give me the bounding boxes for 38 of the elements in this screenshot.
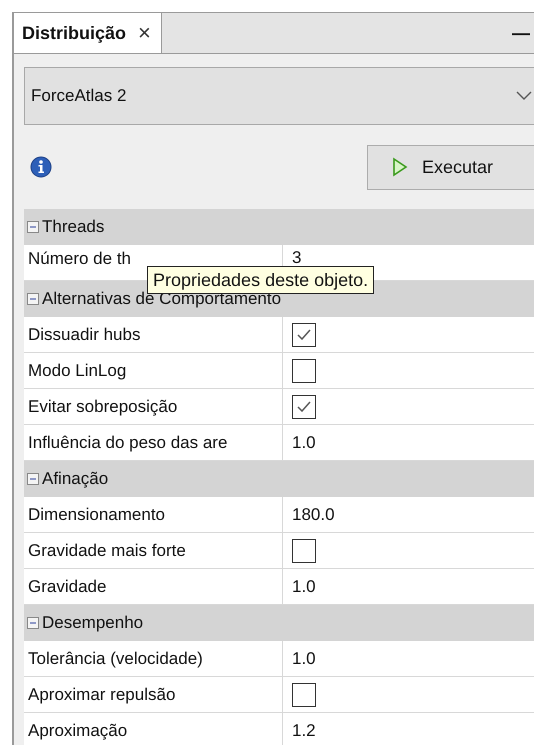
property-value[interactable]: 1.0	[292, 648, 316, 668]
property-value[interactable]: 3	[292, 249, 302, 267]
play-icon	[392, 157, 408, 177]
checkbox[interactable]	[292, 538, 316, 562]
collapse-icon[interactable]	[27, 473, 39, 485]
run-button[interactable]: Executar	[367, 144, 534, 190]
property-value[interactable]: 1.0	[292, 576, 316, 596]
section-header[interactable]: Afinação	[24, 461, 534, 497]
minimize-button[interactable]: —	[512, 22, 530, 44]
property-name: Tolerância (velocidade)	[24, 641, 283, 676]
property-name: Influência do peso das are	[24, 425, 283, 460]
checkbox[interactable]	[292, 394, 316, 418]
tooltip: Propriedades deste objeto.	[147, 266, 374, 294]
panel-tab[interactable]: Distribuição ×	[14, 13, 162, 53]
property-name: Gravidade mais forte	[24, 533, 283, 568]
property-name: Aproximar repulsão	[24, 677, 283, 712]
property-name: Modo LinLog	[24, 353, 283, 388]
property-name: Dimensionamento	[24, 497, 283, 532]
checkbox[interactable]	[292, 358, 316, 382]
checkbox[interactable]	[292, 682, 316, 706]
close-icon[interactable]: ×	[138, 20, 151, 46]
section-header[interactable]: Desempenho	[24, 605, 534, 641]
checkbox[interactable]	[292, 322, 316, 346]
property-value[interactable]: 180.0	[292, 504, 335, 524]
property-value[interactable]: 1.0	[292, 432, 316, 452]
info-icon[interactable]	[30, 156, 52, 178]
property-value[interactable]: 1.2	[292, 720, 316, 740]
property-name: Dissuadir hubs	[24, 317, 283, 352]
collapse-icon[interactable]	[27, 293, 39, 305]
tab-label: Distribuição	[22, 22, 126, 44]
property-name: Aproximação	[24, 713, 283, 745]
collapse-icon[interactable]	[27, 221, 39, 233]
section-header[interactable]: Threads	[24, 209, 534, 245]
property-name: Evitar sobreposição	[24, 389, 283, 424]
property-name: Gravidade	[24, 569, 283, 604]
chevron-down-icon	[516, 91, 532, 101]
layout-dropdown[interactable]: ForceAtlas 2	[24, 67, 534, 125]
collapse-icon[interactable]	[27, 617, 39, 629]
